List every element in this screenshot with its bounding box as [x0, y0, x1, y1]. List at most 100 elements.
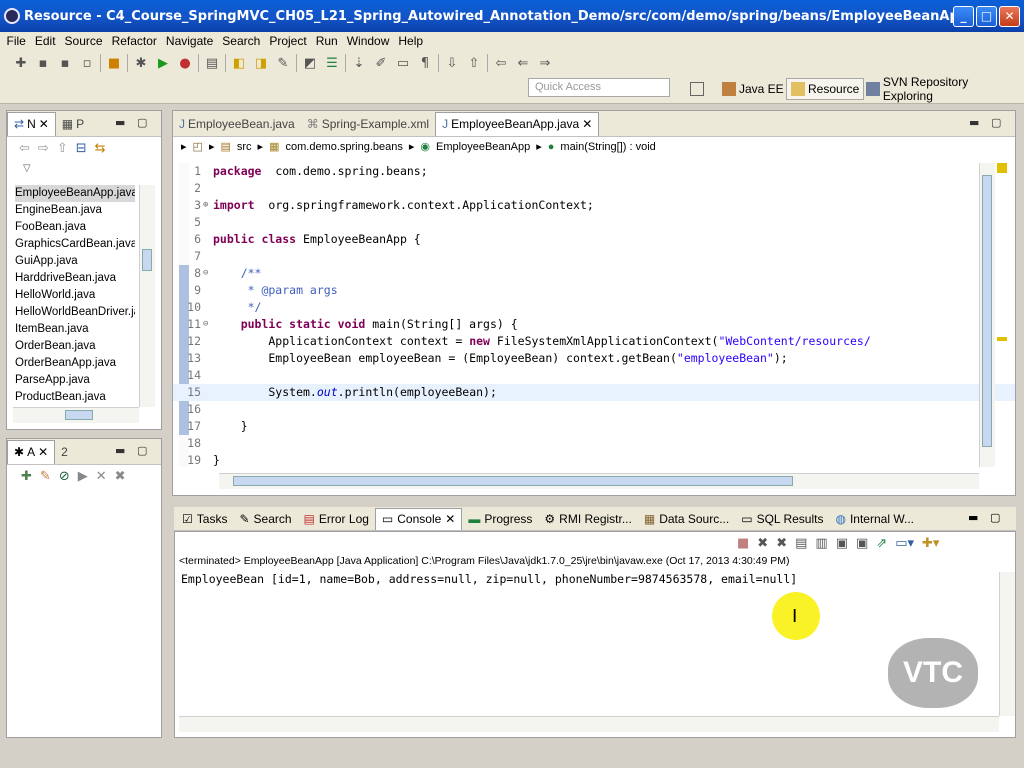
- list-item[interactable]: ItemBean.java: [15, 321, 135, 338]
- menu-window[interactable]: Window: [342, 34, 394, 48]
- tab-package[interactable]: ▦ P: [56, 112, 90, 136]
- close-icon[interactable]: ✕: [445, 512, 455, 526]
- list-item[interactable]: OrderBean.java: [15, 338, 135, 355]
- list-item[interactable]: EmployeeBeanApp.java: [15, 185, 135, 202]
- editor-hscroll[interactable]: [219, 473, 979, 489]
- debug-icon[interactable]: ✱: [132, 54, 150, 72]
- fold-icon[interactable]: [203, 231, 213, 248]
- scroll-lock-icon[interactable]: ▤: [795, 536, 807, 551]
- annotation-icon[interactable]: ⇣: [350, 54, 368, 72]
- tab-spring-example-xml[interactable]: ⌘ Spring-Example.xml: [301, 112, 435, 136]
- fold-icon[interactable]: [203, 333, 213, 350]
- add-buildfile-icon[interactable]: ✚: [21, 469, 32, 484]
- fold-icon[interactable]: [203, 401, 213, 418]
- print-icon[interactable]: ▫: [78, 54, 96, 72]
- minimize-view-icon[interactable]: ▬: [968, 511, 978, 524]
- overview-marker[interactable]: [997, 163, 1007, 173]
- list-item[interactable]: FooBean.java: [15, 219, 135, 236]
- remove-icon[interactable]: ✕: [96, 469, 107, 484]
- maximize-view-icon[interactable]: ▢: [137, 116, 147, 129]
- tab-navigator[interactable]: ⇄ N ✕: [7, 111, 56, 136]
- maximize-button[interactable]: □: [976, 5, 997, 27]
- menu-edit[interactable]: Edit: [30, 34, 60, 48]
- tab-more-views[interactable]: 2: [55, 440, 74, 464]
- tab-employeebeanapp-java[interactable]: J EmployeeBeanApp.java ✕: [435, 111, 600, 136]
- menu-run[interactable]: Run: [311, 34, 342, 48]
- fold-icon[interactable]: [203, 248, 213, 265]
- tab-ant[interactable]: ✱ A ✕: [7, 439, 56, 464]
- navigator-vscroll[interactable]: [139, 185, 155, 407]
- code-line[interactable]: 10 */: [173, 299, 1015, 316]
- breadcrumb-method[interactable]: main(String[]) : void: [560, 141, 655, 153]
- menu-search[interactable]: Search: [218, 34, 265, 48]
- open-perspective-button[interactable]: [686, 78, 708, 100]
- fold-icon[interactable]: [203, 452, 213, 469]
- fold-icon[interactable]: [203, 350, 213, 367]
- fold-icon[interactable]: [203, 282, 213, 299]
- up-icon[interactable]: ⇧: [57, 141, 68, 156]
- code-editor[interactable]: 1 package com.demo.spring.beans; 2 3 ⊕ import…: [173, 163, 1015, 479]
- minimize-view-icon[interactable]: ▬: [115, 116, 125, 129]
- block-icon[interactable]: ▭: [394, 54, 412, 72]
- perspective-svn[interactable]: SVN Repository Exploring: [862, 75, 1024, 103]
- list-item[interactable]: HelloWorld.java: [15, 287, 135, 304]
- view-menu-icon[interactable]: ▽: [23, 163, 31, 174]
- run-icon[interactable]: ▶: [154, 54, 172, 72]
- prev-annotation-icon[interactable]: ⇧: [465, 54, 483, 72]
- code-line[interactable]: 2: [173, 180, 1015, 197]
- warning-marker[interactable]: [997, 337, 1007, 341]
- fold-icon[interactable]: [203, 180, 213, 197]
- code-line[interactable]: 1 package com.demo.spring.beans;: [173, 163, 1015, 180]
- fold-icon[interactable]: [203, 435, 213, 452]
- list-item[interactable]: OrderBeanApp.java: [15, 355, 135, 372]
- close-button[interactable]: ✕: [999, 5, 1020, 27]
- tab-internal-web[interactable]: ◍ Internal W...: [829, 508, 920, 530]
- list-item[interactable]: EngineBean.java: [15, 202, 135, 219]
- close-icon[interactable]: ✕: [38, 445, 48, 459]
- run-target-icon[interactable]: ▶: [78, 469, 88, 484]
- fold-icon[interactable]: [203, 384, 213, 401]
- open-folder-icon[interactable]: ◨: [252, 54, 270, 72]
- collapse-all-icon[interactable]: ⊟: [76, 141, 87, 156]
- menu-source[interactable]: Source: [60, 34, 107, 48]
- maximize-editor-icon[interactable]: ▢: [991, 116, 1001, 129]
- perspective-resource[interactable]: Resource: [786, 78, 865, 100]
- menu-file[interactable]: File: [2, 34, 30, 48]
- toggle-breadcrumb-icon[interactable]: ☰: [323, 54, 341, 72]
- tab-rmi-registry[interactable]: ⚙ RMI Registr...: [538, 508, 637, 530]
- show-stdout-icon[interactable]: ▣: [836, 536, 848, 551]
- close-icon[interactable]: ✕: [39, 117, 49, 131]
- last-edit-icon[interactable]: ⇦: [492, 54, 510, 72]
- code-line[interactable]: 3 ⊕ import org.springframework.context.App…: [173, 197, 1015, 214]
- list-item[interactable]: HelloWorldBeanDriver.jav: [15, 304, 135, 321]
- tab-error-log[interactable]: ▤ Error Log: [298, 508, 375, 530]
- code-line[interactable]: 19}: [173, 452, 1015, 469]
- pilcrow-icon[interactable]: ¶: [416, 54, 434, 72]
- quick-access-input[interactable]: Quick Access: [528, 78, 670, 97]
- open-console-icon[interactable]: ✚▾: [922, 536, 939, 551]
- tab-tasks[interactable]: ☑ Tasks: [176, 508, 233, 530]
- code-line[interactable]: 17 }: [173, 418, 1015, 435]
- minimize-button[interactable]: _: [953, 5, 974, 27]
- minimize-editor-icon[interactable]: ▬: [969, 116, 979, 129]
- menu-navigate[interactable]: Navigate: [161, 34, 217, 48]
- remove-all-terminated-icon[interactable]: ✖: [776, 536, 787, 551]
- link-editor-icon[interactable]: ⇆: [95, 141, 106, 156]
- perspective-java-ee[interactable]: Java EE: [718, 78, 788, 100]
- list-item[interactable]: GuiApp.java: [15, 253, 135, 270]
- pin-console-icon[interactable]: ⇗: [876, 536, 887, 551]
- list-item[interactable]: GraphicsCardBean.java: [15, 236, 135, 253]
- search-tool-icon[interactable]: ✎: [274, 54, 292, 72]
- breadcrumb-package[interactable]: com.demo.spring.beans: [285, 141, 402, 153]
- display-console-icon[interactable]: ▭▾: [895, 536, 914, 551]
- tab-sql-results[interactable]: ▭ SQL Results: [735, 508, 829, 530]
- save-icon[interactable]: ▪: [34, 54, 52, 72]
- code-line[interactable]: 16: [173, 401, 1015, 418]
- next-annotation-icon[interactable]: ⇩: [443, 54, 461, 72]
- fold-icon[interactable]: ⊖: [203, 265, 213, 282]
- edit-icon[interactable]: ✐: [372, 54, 390, 72]
- fold-icon[interactable]: ⊕: [203, 197, 213, 214]
- remove-all-icon[interactable]: ✖: [115, 469, 126, 484]
- package-icon[interactable]: ■: [105, 54, 123, 72]
- menu-refactor[interactable]: Refactor: [107, 34, 161, 48]
